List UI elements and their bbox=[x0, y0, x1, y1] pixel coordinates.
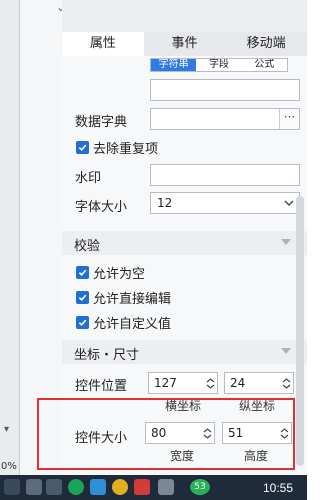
y-spinner[interactable]: 24 bbox=[224, 372, 294, 394]
allow-direct-edit-checkbox[interactable]: 允许直接编辑 bbox=[76, 288, 171, 307]
coords-section-header[interactable]: 坐标・尺寸 bbox=[62, 340, 307, 364]
data-dict-label: 数据字典 bbox=[75, 115, 128, 130]
coords-title: 坐标・尺寸 bbox=[74, 348, 140, 363]
spinner-arrows-icon[interactable] bbox=[279, 373, 293, 393]
tab-events[interactable]: 事件 bbox=[143, 32, 226, 56]
tab-properties[interactable]: 属性 bbox=[62, 32, 144, 56]
position-label: 控件位置 bbox=[75, 379, 128, 394]
allow-direct-edit-label: 允许直接编辑 bbox=[93, 292, 172, 307]
checkbox-checked-icon bbox=[76, 141, 89, 154]
validation-section-header[interactable]: 校验 bbox=[62, 231, 307, 255]
font-size-select[interactable]: 12 bbox=[150, 192, 300, 214]
x-value: 127 bbox=[154, 376, 177, 390]
app-icon[interactable] bbox=[26, 479, 42, 495]
highlight-box bbox=[37, 398, 295, 470]
checkbox-checked-icon bbox=[76, 266, 89, 279]
x-spinner[interactable]: 127 bbox=[148, 372, 218, 394]
value-type-segment: 字符串 字段 公式 bbox=[150, 58, 288, 72]
watermark-label: 水印 bbox=[75, 171, 102, 186]
allow-empty-label: 允许为空 bbox=[93, 267, 146, 282]
font-size-value: 12 bbox=[157, 196, 173, 210]
value-input[interactable] bbox=[150, 79, 300, 101]
tab-mobile[interactable]: 移动端 bbox=[225, 32, 308, 56]
allow-custom-value-checkbox[interactable]: 允许自定义值 bbox=[76, 313, 171, 332]
app-icon[interactable] bbox=[158, 479, 174, 495]
segment-string[interactable]: 字符串 bbox=[151, 59, 197, 71]
segment-field[interactable]: 字段 bbox=[196, 59, 241, 71]
panel-tabs: 属性 事件 移动端 bbox=[62, 32, 308, 56]
checkbox-checked-icon bbox=[76, 316, 89, 329]
taskbar: 53 10:55 bbox=[0, 475, 307, 500]
app-icon[interactable] bbox=[46, 479, 62, 495]
checkbox-checked-icon bbox=[76, 291, 89, 304]
chevron-down-icon[interactable]: ▾ bbox=[4, 424, 9, 435]
app-icon[interactable] bbox=[134, 479, 150, 495]
start-icon[interactable] bbox=[4, 479, 20, 495]
security-badge-icon[interactable]: 53 bbox=[190, 479, 210, 495]
dedupe-checkbox[interactable]: 去除重复项 bbox=[76, 138, 158, 157]
app-icon[interactable] bbox=[90, 479, 106, 495]
dedupe-label: 去除重复项 bbox=[93, 142, 159, 157]
collapse-caret-icon bbox=[281, 239, 291, 245]
qq-icon[interactable] bbox=[112, 479, 128, 495]
collapse-caret-icon bbox=[281, 348, 291, 354]
allow-empty-checkbox[interactable]: 允许为空 bbox=[76, 263, 145, 282]
zoom-percent: 0% bbox=[1, 461, 17, 472]
clock: 10:55 bbox=[262, 481, 293, 495]
panel-header bbox=[62, 0, 307, 32]
left-strip: ▾ 0% bbox=[0, 0, 20, 475]
data-dict-field[interactable]: ··· bbox=[150, 108, 300, 130]
watermark-input[interactable] bbox=[150, 164, 300, 186]
spinner-arrows-icon[interactable] bbox=[203, 373, 217, 393]
y-value: 24 bbox=[230, 376, 246, 390]
panel-scrollbar[interactable] bbox=[296, 196, 304, 466]
app-icon[interactable] bbox=[68, 479, 84, 495]
allow-custom-value-label: 允许自定义值 bbox=[93, 317, 172, 332]
segment-formula[interactable]: 公式 bbox=[242, 59, 287, 71]
data-dict-button[interactable]: ··· bbox=[279, 109, 299, 129]
validation-title: 校验 bbox=[74, 239, 101, 254]
font-size-label: 字体大小 bbox=[75, 200, 128, 215]
